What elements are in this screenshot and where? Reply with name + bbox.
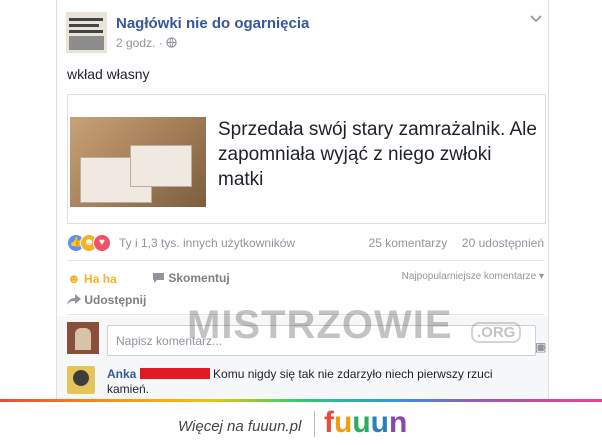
- comments-count[interactable]: 25 komentarzy: [369, 236, 448, 250]
- comment-button[interactable]: Skomentuj: [152, 271, 230, 285]
- chevron-down-icon[interactable]: [530, 12, 542, 26]
- footer-more-link[interactable]: Więcej na fuuun.pl: [178, 418, 301, 435]
- post-text: wkład własny: [67, 66, 150, 82]
- haha-button[interactable]: ☻ Ha ha: [67, 271, 117, 286]
- logo-letter: u: [370, 406, 389, 439]
- caret-down-icon: ▾: [538, 271, 544, 282]
- post-card: Nagłówki nie do ogarnięcia 2 godz. · wkł…: [56, 0, 549, 400]
- user-avatar[interactable]: [67, 322, 99, 354]
- post-timestamp[interactable]: 2 godz.: [116, 36, 155, 50]
- watermark: MISTRZOWIE: [187, 303, 453, 347]
- meta-separator: ·: [158, 36, 163, 50]
- page-avatar[interactable]: [66, 12, 107, 53]
- engagement-counts: 25 komentarzy 20 udostępnień: [369, 236, 544, 250]
- link-preview[interactable]: Sprzedała swój stary zamrażalnik. Ale za…: [67, 94, 546, 224]
- commenter-name[interactable]: Anka: [107, 367, 136, 381]
- sort-comments-dropdown[interactable]: Najpopularniejsze komentarze ▾: [402, 271, 544, 282]
- haha-icon: ☻: [67, 271, 81, 286]
- reaction-summary[interactable]: Ty i 1,3 tys. innych użytkowników: [119, 236, 295, 250]
- logo-letter: n: [388, 406, 408, 439]
- comment-icon: [152, 271, 168, 285]
- page-name-link[interactable]: Nagłówki nie do ogarnięcia: [116, 15, 309, 32]
- emoji-icon[interactable]: ☺: [535, 340, 553, 354]
- logo-letter: u: [352, 406, 371, 439]
- redaction-bar: [139, 368, 210, 379]
- commenter-avatar[interactable]: [67, 366, 95, 394]
- divider: [67, 260, 544, 261]
- footer-divider: [314, 411, 315, 437]
- share-icon: [67, 293, 84, 307]
- watermark-suffix: .ORG: [471, 322, 522, 343]
- link-thumbnail: [70, 117, 206, 207]
- link-headline: Sprzedała swój stary zamrażalnik. Ale za…: [218, 119, 537, 190]
- love-icon: ♥: [93, 234, 111, 252]
- comment-body: Anka Komu nigdy się tak nie zdarzyło nie…: [107, 367, 537, 397]
- logo-letter: f: [324, 406, 334, 439]
- fuuun-logo[interactable]: fuuun: [324, 406, 407, 440]
- logo-letter: u: [334, 406, 353, 439]
- share-button[interactable]: Udostępnij: [67, 293, 146, 307]
- globe-icon: [166, 36, 177, 50]
- post-meta: 2 godz. ·: [116, 36, 177, 50]
- shares-count[interactable]: 20 udostępnień: [462, 236, 544, 250]
